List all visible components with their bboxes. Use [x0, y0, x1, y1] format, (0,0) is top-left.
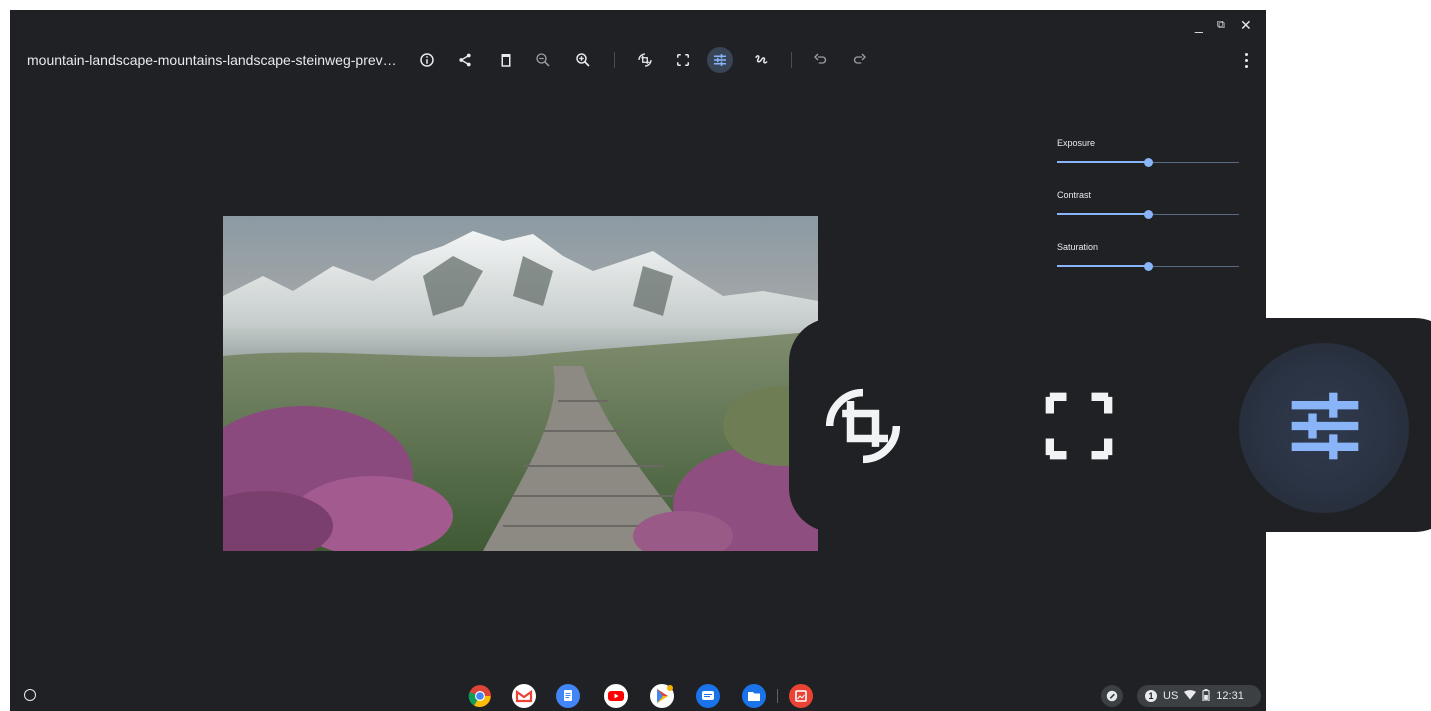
- exposure-label: Exposure: [1057, 138, 1096, 148]
- share-icon[interactable]: [452, 47, 478, 73]
- play-store-icon[interactable]: [650, 684, 674, 708]
- delete-icon[interactable]: [493, 47, 519, 73]
- close-button[interactable]: ✕: [1240, 18, 1252, 32]
- zoom-in-icon[interactable]: [570, 47, 596, 73]
- shelf: 1 US 12:31: [10, 681, 1266, 711]
- contrast-label: Contrast: [1057, 190, 1092, 200]
- magnifier-overlay: [789, 318, 1431, 532]
- zoom-out-icon[interactable]: [530, 47, 556, 73]
- messages-icon[interactable]: [696, 684, 720, 708]
- redo-icon[interactable]: [846, 47, 872, 73]
- gmail-icon[interactable]: [512, 684, 536, 708]
- annotate-icon[interactable]: [748, 47, 774, 73]
- status-tray[interactable]: 1 US 12:31: [1137, 685, 1261, 707]
- youtube-icon[interactable]: [604, 684, 628, 708]
- ime-indicator: US: [1163, 690, 1179, 702]
- maximize-button[interactable]: ⧉: [1217, 18, 1225, 32]
- stylus-tools-icon[interactable]: [1101, 685, 1123, 707]
- undo-icon[interactable]: [808, 47, 834, 73]
- rescale-icon: [1029, 376, 1129, 476]
- toolbar-divider: [791, 52, 792, 68]
- rotate-crop-icon[interactable]: [632, 47, 658, 73]
- saturation-label: Saturation: [1057, 242, 1099, 252]
- adjust-icon[interactable]: [707, 47, 733, 73]
- more-options-icon[interactable]: [1238, 50, 1254, 70]
- info-icon[interactable]: [414, 47, 440, 73]
- slider-thumb[interactable]: [1143, 210, 1153, 219]
- launcher-icon[interactable]: [24, 689, 36, 701]
- shelf-divider: [777, 689, 778, 703]
- clock: 12:31: [1216, 690, 1244, 702]
- rescale-icon[interactable]: [670, 47, 696, 73]
- chrome-icon[interactable]: [468, 684, 492, 708]
- wifi-icon: [1184, 689, 1197, 703]
- image-preview: [223, 216, 818, 551]
- file-name-title: mountain-landscape-mountains-landscape-s…: [27, 52, 397, 68]
- minimize-button[interactable]: _: [1195, 18, 1203, 32]
- battery-icon: [1202, 688, 1210, 704]
- notification-count-badge: 1: [1145, 690, 1157, 702]
- adjust-icon: [1275, 376, 1375, 476]
- slider-thumb[interactable]: [1143, 262, 1153, 271]
- slider-thumb[interactable]: [1143, 158, 1153, 167]
- docs-icon[interactable]: [556, 684, 580, 708]
- rotate-crop-icon: [813, 376, 913, 476]
- exposure-slider[interactable]: [1057, 157, 1239, 169]
- saturation-slider[interactable]: [1057, 261, 1239, 273]
- gallery-icon[interactable]: [789, 684, 813, 708]
- toolbar-divider: [614, 52, 615, 68]
- contrast-slider[interactable]: [1057, 209, 1239, 221]
- files-icon[interactable]: [742, 684, 766, 708]
